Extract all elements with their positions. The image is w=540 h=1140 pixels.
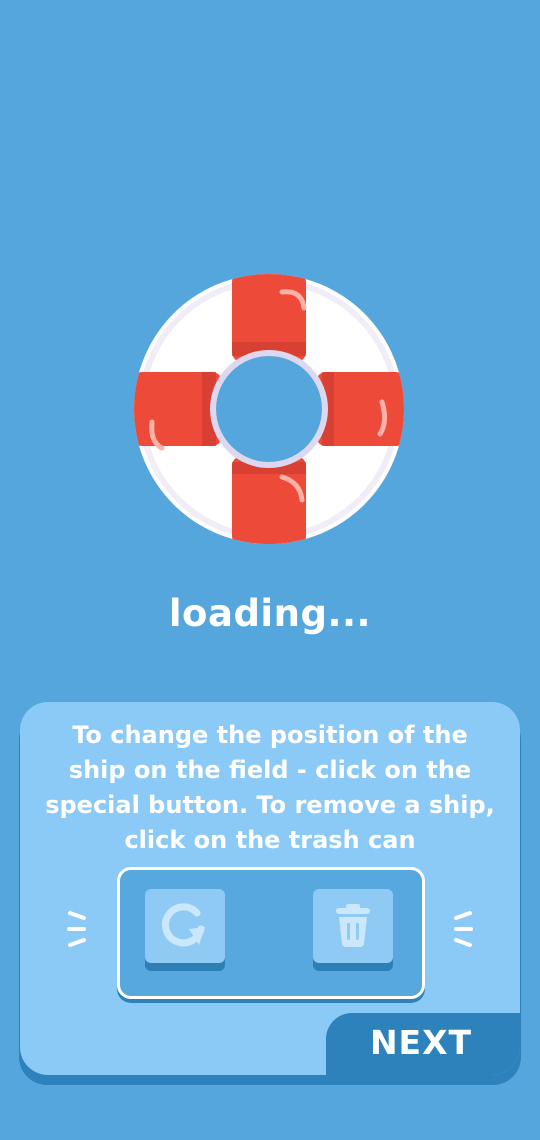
hint-text: To change the position of the ship on th…	[30, 718, 510, 858]
hint-card: To change the position of the ship on th…	[20, 702, 520, 1075]
rotate-button-face	[145, 889, 225, 963]
button-panel	[117, 867, 425, 999]
rotate-icon	[162, 903, 205, 947]
hint-line-2: ship on the field - click on the	[68, 756, 472, 784]
hint-line-3: special button. To remove a ship,	[45, 791, 495, 819]
trash-button[interactable]	[313, 889, 393, 971]
next-button-label: NEXT	[369, 1023, 473, 1062]
hint-line-4: click on the trash can	[124, 826, 416, 854]
rotate-button[interactable]	[145, 889, 225, 971]
loading-label: loading...	[168, 592, 372, 635]
spark-left-icon	[67, 911, 86, 947]
hint-line-1: To change the position of the	[72, 721, 468, 749]
trash-icon	[336, 904, 370, 947]
next-button[interactable]: NEXT	[326, 1013, 520, 1075]
spark-right-icon	[454, 911, 473, 947]
trash-button-face	[313, 889, 393, 963]
lifebuoy-icon	[134, 274, 405, 544]
